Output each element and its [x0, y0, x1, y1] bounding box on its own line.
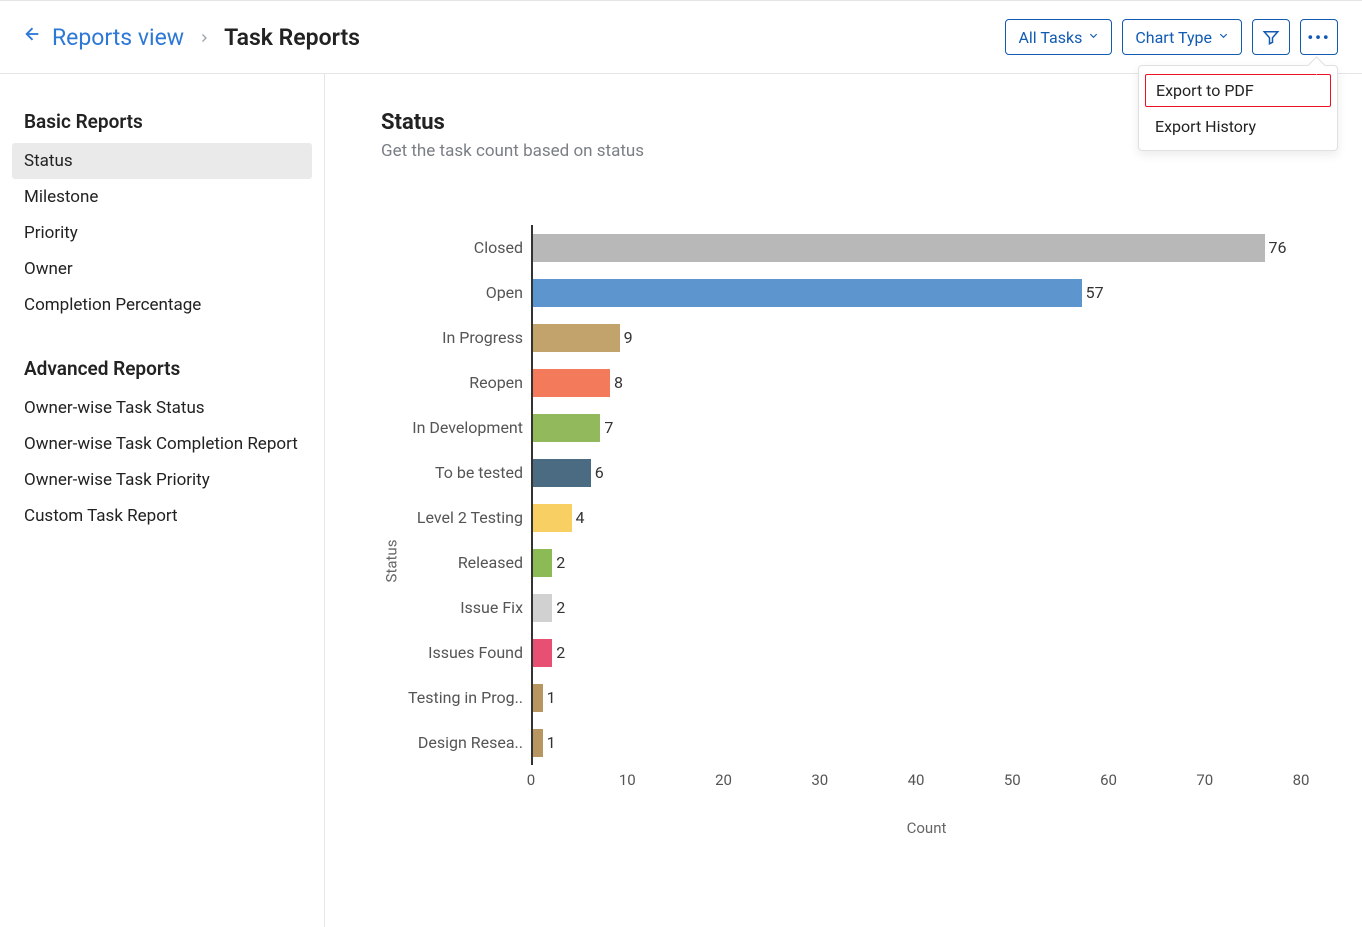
bar-row: 1	[533, 720, 1322, 765]
chart-type-dropdown[interactable]: Chart Type	[1122, 19, 1242, 55]
x-tick: 30	[811, 771, 828, 789]
page-header: Reports view Task Reports All Tasks Char…	[0, 1, 1362, 74]
bar-value: 76	[1269, 238, 1287, 257]
breadcrumb-reports-view[interactable]: Reports view	[52, 24, 184, 51]
chart-type-label: Chart Type	[1135, 28, 1212, 47]
chevron-right-icon	[198, 25, 210, 49]
category-label: Testing in Prog..	[401, 675, 531, 720]
bar[interactable]	[533, 324, 620, 352]
category-label: Level 2 Testing	[401, 495, 531, 540]
sidebar-item[interactable]: Owner-wise Task Status	[12, 390, 312, 426]
more-button[interactable]: •••	[1300, 19, 1338, 55]
more-icon: •••	[1307, 28, 1330, 47]
sidebar-item[interactable]: Custom Task Report	[12, 498, 312, 534]
sidebar-item[interactable]: Owner-wise Task Completion Report	[12, 426, 312, 462]
x-tick: 0	[527, 771, 535, 789]
bar-row: 2	[533, 630, 1322, 675]
bar[interactable]	[533, 414, 600, 442]
bar-value: 57	[1086, 283, 1104, 302]
bar[interactable]	[533, 459, 591, 487]
filter-button[interactable]	[1252, 19, 1290, 55]
chevron-down-icon	[1088, 29, 1099, 45]
x-tick: 50	[1004, 771, 1021, 789]
bar-row: 9	[533, 315, 1322, 360]
category-label: Closed	[401, 225, 531, 270]
x-axis-label: Count	[531, 819, 1322, 837]
x-tick: 60	[1100, 771, 1117, 789]
y-axis-label: Status	[382, 540, 400, 583]
bar[interactable]	[533, 684, 543, 712]
sidebar-group-title: Advanced Reports	[12, 351, 312, 390]
bar-value: 4	[576, 508, 585, 527]
all-tasks-dropdown[interactable]: All Tasks	[1005, 19, 1112, 55]
chart-subtitle: Get the task count based on status	[381, 141, 1322, 161]
bar[interactable]	[533, 279, 1082, 307]
x-tick: 70	[1196, 771, 1213, 789]
bar-value: 2	[556, 553, 565, 572]
chart-title: Status	[381, 110, 1322, 135]
status-chart: Status ClosedOpenIn ProgressReopenIn Dev…	[381, 225, 1322, 897]
bar-row: 1	[533, 675, 1322, 720]
bar-value: 9	[624, 328, 633, 347]
category-label: Open	[401, 270, 531, 315]
bar-value: 8	[614, 373, 623, 392]
x-tick: 80	[1293, 771, 1310, 789]
bar-value: 1	[547, 733, 556, 752]
category-label: In Development	[401, 405, 531, 450]
sidebar-group-title: Basic Reports	[12, 104, 312, 143]
bar-row: 76	[533, 225, 1322, 270]
bar-row: 2	[533, 585, 1322, 630]
sidebar-item[interactable]: Owner	[12, 251, 312, 287]
bar[interactable]	[533, 369, 610, 397]
main-content: Status Get the task count based on statu…	[325, 74, 1362, 927]
bar-row: 7	[533, 405, 1322, 450]
category-label: Released	[401, 540, 531, 585]
sidebar: Basic ReportsStatusMilestonePriorityOwne…	[0, 74, 325, 927]
bar[interactable]	[533, 234, 1265, 262]
bar-row: 8	[533, 360, 1322, 405]
bar-row: 57	[533, 270, 1322, 315]
bar-value: 6	[595, 463, 604, 482]
bar-value: 7	[604, 418, 613, 437]
sidebar-item[interactable]: Completion Percentage	[12, 287, 312, 323]
bar[interactable]	[533, 504, 572, 532]
all-tasks-label: All Tasks	[1018, 28, 1082, 47]
sidebar-item[interactable]: Milestone	[12, 179, 312, 215]
category-label: Issue Fix	[401, 585, 531, 630]
category-label: To be tested	[401, 450, 531, 495]
bar[interactable]	[533, 639, 552, 667]
category-label: Reopen	[401, 360, 531, 405]
sidebar-item[interactable]: Owner-wise Task Priority	[12, 462, 312, 498]
bar-row: 6	[533, 450, 1322, 495]
bar[interactable]	[533, 729, 543, 757]
sidebar-item[interactable]: Priority	[12, 215, 312, 251]
category-label: Design Resea..	[401, 720, 531, 765]
x-tick: 10	[619, 771, 636, 789]
bar-value: 1	[547, 688, 556, 707]
bar-row: 4	[533, 495, 1322, 540]
chevron-down-icon	[1218, 29, 1229, 45]
bar-value: 2	[556, 643, 565, 662]
filter-icon	[1262, 28, 1280, 46]
sidebar-item[interactable]: Status	[12, 143, 312, 179]
bar-value: 2	[556, 598, 565, 617]
x-tick: 20	[715, 771, 732, 789]
back-arrow-icon[interactable]	[20, 24, 40, 50]
bar[interactable]	[533, 594, 552, 622]
bar[interactable]	[533, 549, 552, 577]
x-tick: 40	[908, 771, 925, 789]
bar-row: 2	[533, 540, 1322, 585]
page-title: Task Reports	[224, 24, 360, 51]
category-label: Issues Found	[401, 630, 531, 675]
category-label: In Progress	[401, 315, 531, 360]
